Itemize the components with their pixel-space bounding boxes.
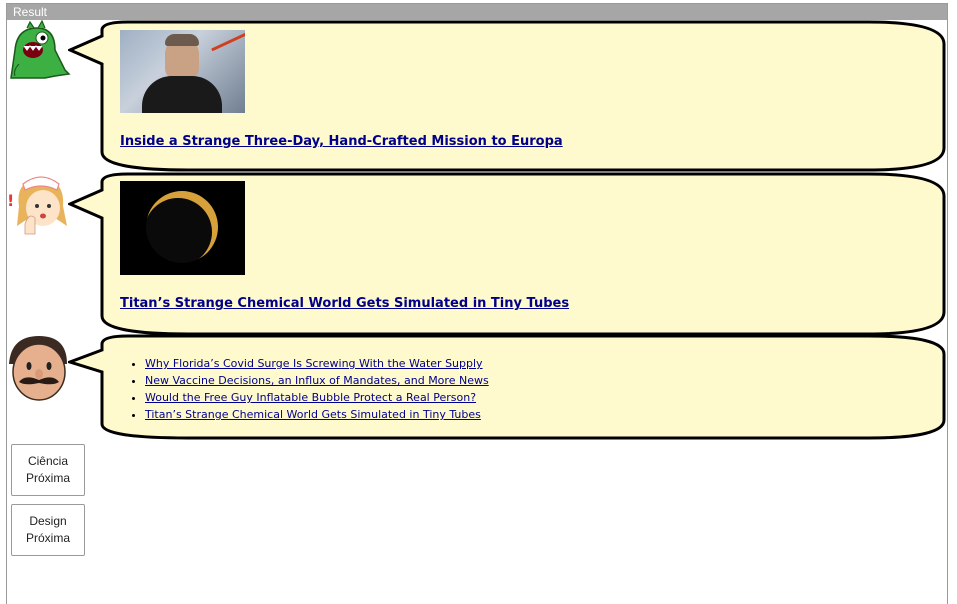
mustache-man-avatar-icon: [5, 334, 69, 402]
list-item: New Vaccine Decisions, an Influx of Mand…: [145, 372, 489, 389]
svg-text:!: !: [7, 191, 14, 210]
list-item: Why Florida’s Covid Surge Is Screwing Wi…: [145, 355, 489, 372]
news-link[interactable]: New Vaccine Decisions, an Influx of Mand…: [145, 374, 489, 387]
article-headline-link[interactable]: Titan’s Strange Chemical World Gets Simu…: [120, 296, 569, 311]
design-proxima-button[interactable]: Design Próxima: [11, 504, 85, 556]
news-link-list: Why Florida’s Covid Surge Is Screwing Wi…: [120, 355, 489, 423]
list-item: Would the Free Guy Inflatable Bubble Pro…: [145, 389, 489, 406]
list-item: Titan’s Strange Chemical World Gets Simu…: [145, 406, 489, 423]
news-link[interactable]: Would the Free Guy Inflatable Bubble Pro…: [145, 391, 476, 404]
nurse-avatar-icon: !: [5, 172, 69, 240]
monster-avatar-icon: [5, 19, 71, 88]
article-headline-link[interactable]: Inside a Strange Three-Day, Hand-Crafted…: [120, 134, 563, 149]
result-title: Result: [7, 4, 947, 20]
article-thumbnail[interactable]: [120, 30, 245, 113]
news-link[interactable]: Why Florida’s Covid Surge Is Screwing Wi…: [145, 357, 483, 370]
article-thumbnail[interactable]: [120, 181, 245, 275]
news-link[interactable]: Titan’s Strange Chemical World Gets Simu…: [145, 408, 481, 421]
ciencia-proxima-button[interactable]: Ciência Próxima: [11, 444, 85, 496]
